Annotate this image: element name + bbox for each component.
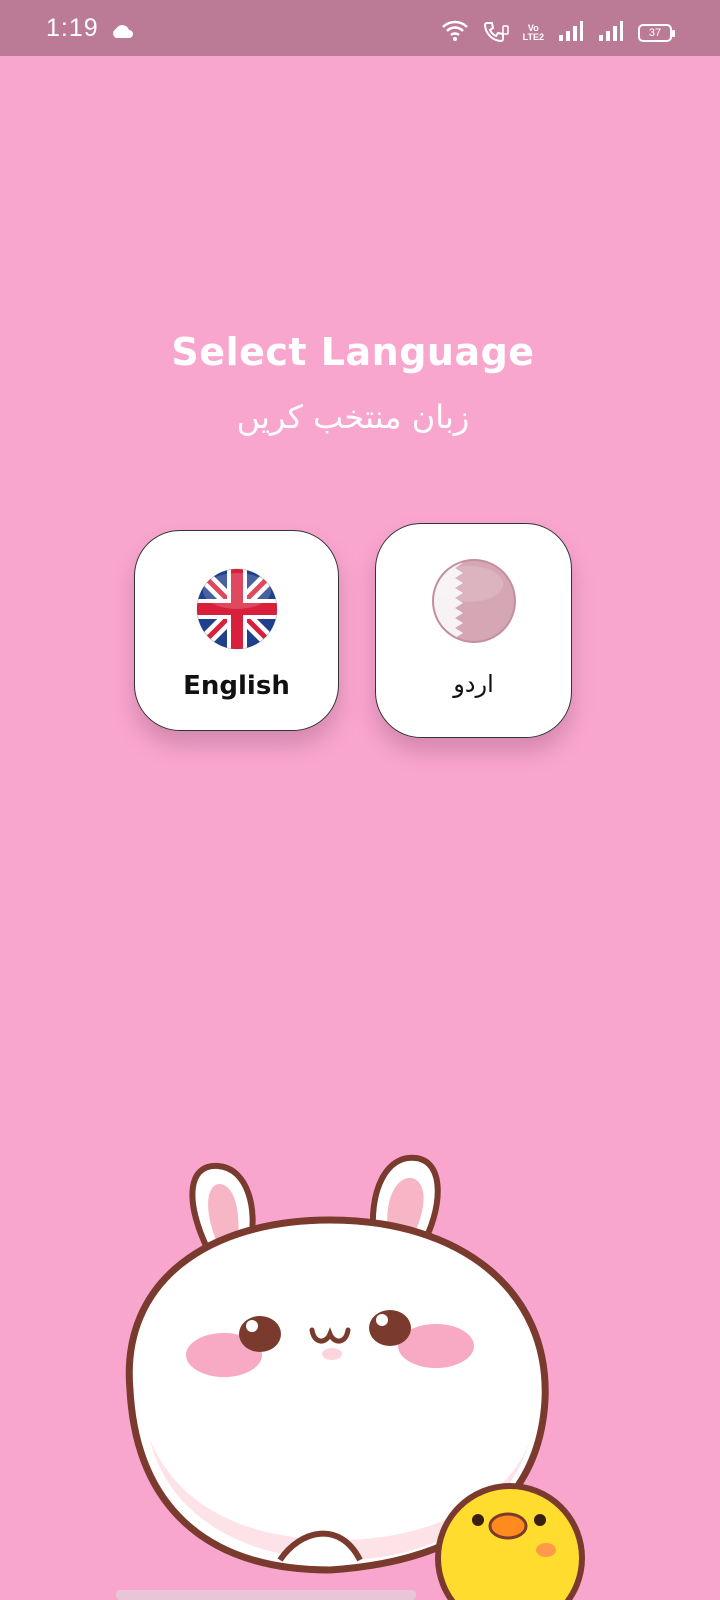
wifi-call-icon <box>483 20 509 46</box>
volte-bottom-text: LTE2 <box>522 32 544 42</box>
language-option-urdu[interactable]: اردو <box>375 523 572 738</box>
wifi-icon <box>441 20 469 46</box>
language-label-english: English <box>183 671 290 701</box>
navigation-gesture-bar[interactable] <box>116 1590 416 1600</box>
language-option-english[interactable]: English <box>134 530 339 731</box>
page-subtitle-urdu: زبان منتخب کریں <box>236 398 470 436</box>
bunny-mascot-illustration <box>100 1140 600 1600</box>
cloud-icon <box>110 23 134 43</box>
status-icons: Vo LTE2 37 <box>441 20 675 46</box>
uk-flag-icon <box>195 567 279 655</box>
signal-icon <box>558 20 584 46</box>
language-label-urdu: اردو <box>453 670 494 698</box>
volte-icon: Vo LTE2 <box>523 24 544 42</box>
battery-level: 37 <box>648 27 662 39</box>
status-time: 1:19 <box>46 14 99 42</box>
battery-icon: 37 <box>638 24 675 42</box>
maroon-flag-icon <box>431 558 517 648</box>
status-bar: 1:19 Vo LTE2 37 <box>0 0 720 56</box>
page-title: Select Language <box>171 330 535 374</box>
signal-icon <box>598 20 624 46</box>
